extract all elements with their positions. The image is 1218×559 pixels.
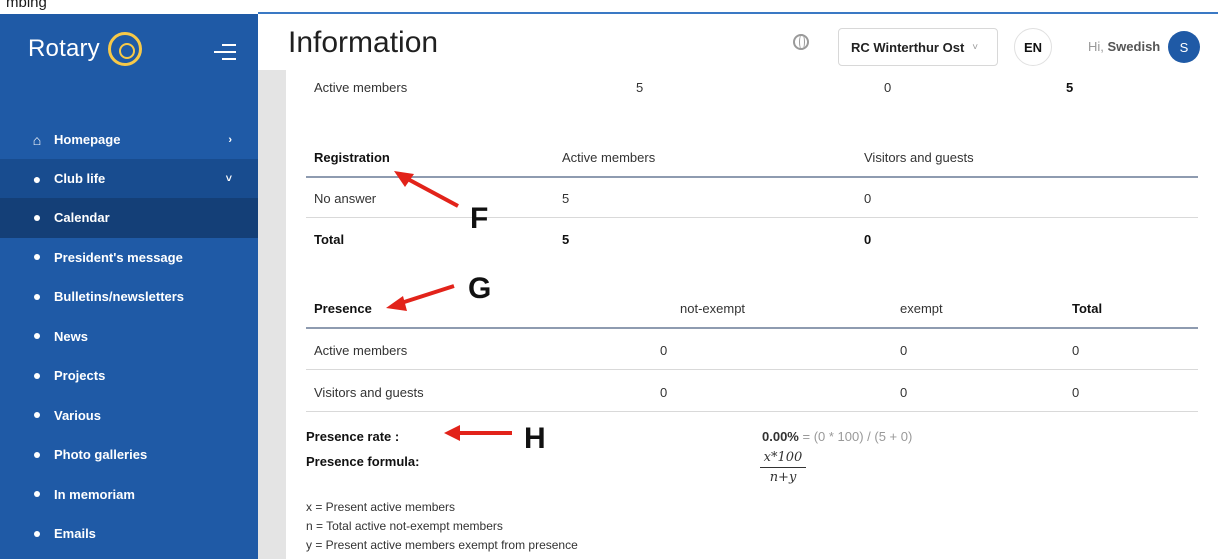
sidebar-item-label: Homepage	[54, 132, 121, 147]
annotation-label-g: G	[468, 272, 492, 305]
sidebar-nav: ⌂ Homepage › ● Club life ˅ Calendar Pres…	[0, 120, 258, 554]
arrow-h	[444, 425, 512, 441]
club-select-value: RC Winterthur Ost	[851, 39, 965, 55]
sidebar-subitem-calendar[interactable]: Calendar	[0, 198, 258, 238]
greeting-text: Hi,	[1088, 39, 1104, 54]
sidebar-subitem-label: Photo galleries	[54, 447, 148, 463]
sidebar-subitem-bulletins[interactable]: Bulletins/newsletters	[0, 277, 258, 317]
globe-icon: ●	[32, 170, 42, 187]
arrow-g	[386, 284, 455, 311]
sidebar-item-homepage[interactable]: ⌂ Homepage ›	[0, 120, 258, 159]
sidebar-subitem-label: Various	[54, 407, 101, 423]
arrow-f	[394, 171, 459, 208]
sidebar: Rotary ⌂ Homepage › ● Club life ˅ Calend…	[0, 14, 258, 559]
sidebar-subitem-label: Bulletins/newsletters	[54, 289, 185, 305]
club-select[interactable]: RC Winterthur Ost ˅	[838, 28, 998, 66]
user-name: Swedish	[1107, 39, 1161, 54]
chevron-down-icon: ˅	[972, 41, 979, 53]
content-gutter	[258, 70, 286, 559]
sidebar-subitem-label: Projects	[54, 368, 106, 384]
bullet-icon	[34, 214, 40, 221]
bullet-icon	[34, 491, 40, 498]
menu-toggle-icon[interactable]	[214, 44, 236, 65]
chevron-down-icon: ˅	[225, 172, 232, 185]
avatar[interactable]: S	[1168, 31, 1200, 63]
language-button[interactable]: EN	[1014, 28, 1052, 66]
bullet-icon	[34, 333, 40, 340]
bullet-icon	[34, 530, 40, 537]
sidebar-subitem-label: In memoriam	[54, 486, 135, 502]
sidebar-item-club-life[interactable]: ● Club life ˅	[0, 159, 258, 198]
top-strip-text: mbing	[6, 0, 47, 11]
bullet-icon	[34, 451, 40, 458]
sidebar-subitem-in-memoriam[interactable]: In memoriam	[0, 475, 258, 515]
sidebar-subitem-emails[interactable]: Emails	[0, 514, 258, 554]
annotation-label-f: F	[470, 202, 489, 235]
language-globe-icon[interactable]	[793, 34, 809, 50]
sidebar-subitem-news[interactable]: News	[0, 317, 258, 357]
annotation-overlay	[386, 171, 512, 441]
sidebar-subitem-label: President's message	[54, 249, 183, 265]
sidebar-subitem-presidents-message[interactable]: President's message	[0, 238, 258, 278]
sidebar-subitem-photo-galleries[interactable]: Photo galleries	[0, 435, 258, 475]
bullet-icon	[34, 254, 40, 261]
bullet-icon	[34, 293, 40, 300]
page-title: Information	[288, 26, 439, 59]
sidebar-subitem-label: Calendar	[54, 210, 110, 226]
main-content: Active members 5 0 5 Registration Active…	[286, 70, 1218, 559]
sidebar-subitem-various[interactable]: Various	[0, 396, 258, 436]
home-icon: ⌂	[32, 131, 42, 148]
annotation-label-h: H	[524, 422, 546, 455]
bullet-icon	[34, 372, 40, 379]
chevron-right-icon: ›	[228, 133, 232, 146]
bullet-icon	[34, 412, 40, 419]
top-header: Information RC Winterthur Ost ˅ EN Hi, S…	[258, 14, 1218, 70]
rotary-wheel-icon	[107, 32, 142, 66]
sidebar-subitem-label: Emails	[54, 526, 96, 542]
sidebar-subitem-label: News	[54, 328, 88, 344]
sidebar-subitem-projects[interactable]: Projects	[0, 356, 258, 396]
brand-text: Rotary	[28, 35, 100, 62]
user-greeting: Hi, Swedish	[1088, 39, 1160, 54]
sidebar-item-label: Club life	[54, 171, 106, 186]
